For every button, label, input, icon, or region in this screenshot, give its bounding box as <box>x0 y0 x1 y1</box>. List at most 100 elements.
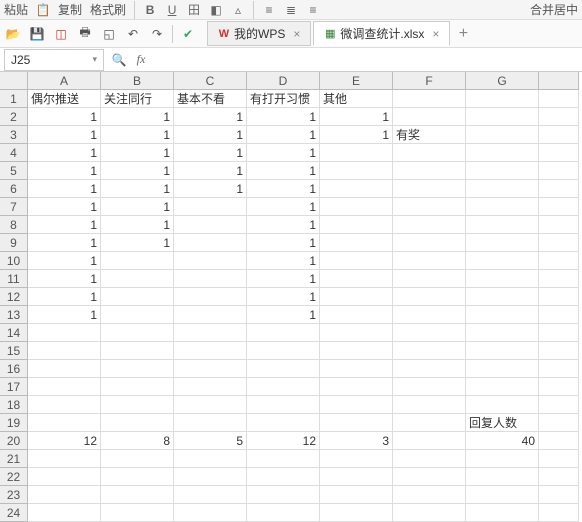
cell-G15[interactable] <box>466 342 539 360</box>
cell-G14[interactable] <box>466 324 539 342</box>
cell-B5[interactable]: 1 <box>101 162 174 180</box>
cell-C21[interactable] <box>174 450 247 468</box>
cell-C10[interactable] <box>174 252 247 270</box>
cell-B23[interactable] <box>101 486 174 504</box>
cell-E8[interactable] <box>320 216 393 234</box>
row-header-13[interactable]: 13 <box>0 306 28 324</box>
cell-partial-6[interactable] <box>539 180 579 198</box>
cell-G20[interactable]: 40 <box>466 432 539 450</box>
cell-C24[interactable] <box>174 504 247 522</box>
cell-A7[interactable]: 1 <box>28 198 101 216</box>
paste-label[interactable]: 粘贴 <box>4 1 28 18</box>
cell-partial-5[interactable] <box>539 162 579 180</box>
cell-A12[interactable]: 1 <box>28 288 101 306</box>
cell-A9[interactable]: 1 <box>28 234 101 252</box>
cell-E18[interactable] <box>320 396 393 414</box>
col-header-G[interactable]: G <box>466 72 539 90</box>
pdf-icon[interactable]: ◫ <box>52 25 70 43</box>
formula-input[interactable] <box>152 49 582 71</box>
cell-G11[interactable] <box>466 270 539 288</box>
cell-G6[interactable] <box>466 180 539 198</box>
cell-D20[interactable]: 12 <box>247 432 320 450</box>
align-center-icon[interactable]: ≣ <box>284 3 298 17</box>
cell-partial-8[interactable] <box>539 216 579 234</box>
cell-E20[interactable]: 3 <box>320 432 393 450</box>
cell-E17[interactable] <box>320 378 393 396</box>
cell-C16[interactable] <box>174 360 247 378</box>
cell-A11[interactable]: 1 <box>28 270 101 288</box>
cell-partial-18[interactable] <box>539 396 579 414</box>
cell-E9[interactable] <box>320 234 393 252</box>
cell-A2[interactable]: 1 <box>28 108 101 126</box>
cell-F7[interactable] <box>393 198 466 216</box>
cell-B2[interactable]: 1 <box>101 108 174 126</box>
cell-F9[interactable] <box>393 234 466 252</box>
cell-G22[interactable] <box>466 468 539 486</box>
cell-E7[interactable] <box>320 198 393 216</box>
cell-F14[interactable] <box>393 324 466 342</box>
row-header-11[interactable]: 11 <box>0 270 28 288</box>
cell-B14[interactable] <box>101 324 174 342</box>
cell-A8[interactable]: 1 <box>28 216 101 234</box>
cell-A4[interactable]: 1 <box>28 144 101 162</box>
cell-A21[interactable] <box>28 450 101 468</box>
cell-C8[interactable] <box>174 216 247 234</box>
cell-D2[interactable]: 1 <box>247 108 320 126</box>
cell-E6[interactable] <box>320 180 393 198</box>
cell-E24[interactable] <box>320 504 393 522</box>
cell-D19[interactable] <box>247 414 320 432</box>
cell-B7[interactable]: 1 <box>101 198 174 216</box>
cell-F5[interactable] <box>393 162 466 180</box>
cell-partial-20[interactable] <box>539 432 579 450</box>
row-header-19[interactable]: 19 <box>0 414 28 432</box>
cell-F16[interactable] <box>393 360 466 378</box>
cell-F1[interactable] <box>393 90 466 108</box>
cell-B15[interactable] <box>101 342 174 360</box>
cell-partial-12[interactable] <box>539 288 579 306</box>
cell-B3[interactable]: 1 <box>101 126 174 144</box>
cell-D3[interactable]: 1 <box>247 126 320 144</box>
name-box[interactable]: J25 ▾ <box>4 49 104 71</box>
cell-D17[interactable] <box>247 378 320 396</box>
cell-C13[interactable] <box>174 306 247 324</box>
cell-F23[interactable] <box>393 486 466 504</box>
cell-F19[interactable] <box>393 414 466 432</box>
cell-E22[interactable] <box>320 468 393 486</box>
cell-E1[interactable]: 其他 <box>320 90 393 108</box>
save-icon[interactable]: 💾 <box>28 25 46 43</box>
fill-icon[interactable]: ◧ <box>209 3 223 17</box>
cell-G13[interactable] <box>466 306 539 324</box>
cell-A14[interactable] <box>28 324 101 342</box>
cell-C22[interactable] <box>174 468 247 486</box>
cell-E15[interactable] <box>320 342 393 360</box>
cell-G16[interactable] <box>466 360 539 378</box>
cell-A5[interactable]: 1 <box>28 162 101 180</box>
cell-F17[interactable] <box>393 378 466 396</box>
cell-F12[interactable] <box>393 288 466 306</box>
cell-B12[interactable] <box>101 288 174 306</box>
cell-F10[interactable] <box>393 252 466 270</box>
cell-D10[interactable]: 1 <box>247 252 320 270</box>
cell-B17[interactable] <box>101 378 174 396</box>
select-all-corner[interactable] <box>0 72 28 90</box>
cell-A24[interactable] <box>28 504 101 522</box>
row-header-12[interactable]: 12 <box>0 288 28 306</box>
cell-D7[interactable]: 1 <box>247 198 320 216</box>
cell-partial-14[interactable] <box>539 324 579 342</box>
cell-B20[interactable]: 8 <box>101 432 174 450</box>
col-header-A[interactable]: A <box>28 72 101 90</box>
cell-G1[interactable] <box>466 90 539 108</box>
col-header-E[interactable]: E <box>320 72 393 90</box>
cell-A10[interactable]: 1 <box>28 252 101 270</box>
font-icon[interactable]: 田 <box>187 3 201 17</box>
cell-partial-22[interactable] <box>539 468 579 486</box>
cell-A22[interactable] <box>28 468 101 486</box>
row-header-22[interactable]: 22 <box>0 468 28 486</box>
row-header-21[interactable]: 21 <box>0 450 28 468</box>
cell-partial-17[interactable] <box>539 378 579 396</box>
color-icon[interactable]: ▵ <box>231 3 245 17</box>
cell-D12[interactable]: 1 <box>247 288 320 306</box>
redo-icon[interactable]: ↷ <box>148 25 166 43</box>
cell-D18[interactable] <box>247 396 320 414</box>
cell-G3[interactable] <box>466 126 539 144</box>
